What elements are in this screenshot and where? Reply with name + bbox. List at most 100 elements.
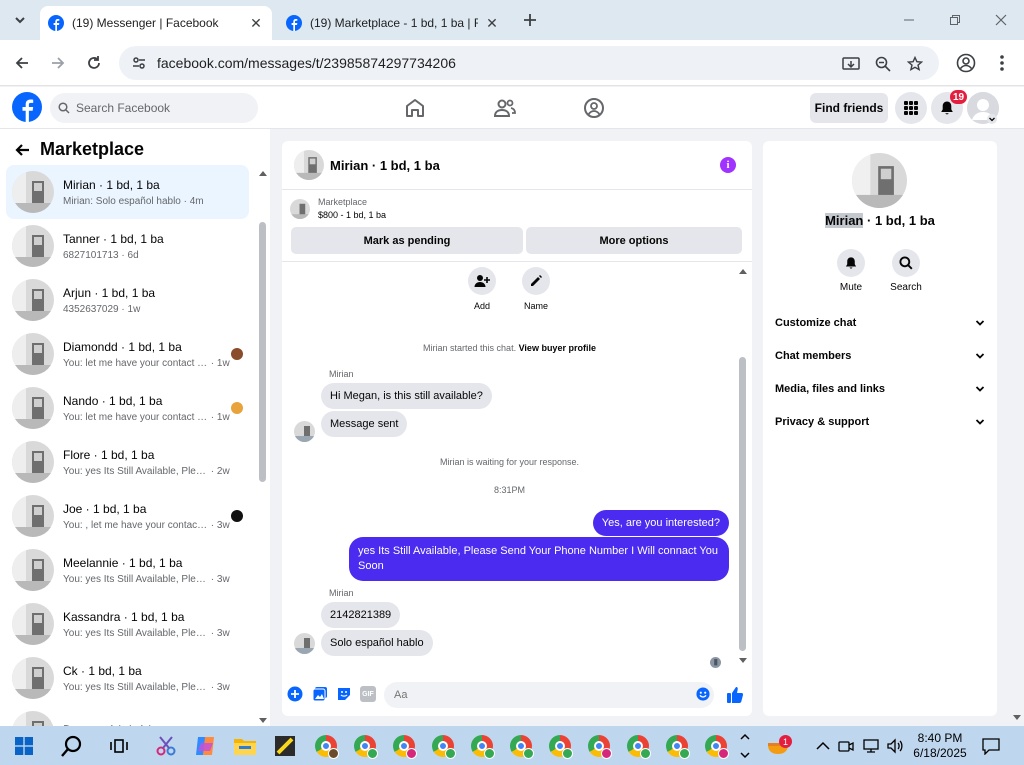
restore-icon — [950, 15, 960, 25]
sticky-app[interactable] — [271, 732, 299, 760]
find-friends-button[interactable]: Find friends — [810, 93, 888, 123]
close-window-button[interactable] — [978, 0, 1024, 40]
volume-icon[interactable] — [886, 738, 904, 754]
minimize-button[interactable] — [886, 0, 932, 40]
chevron-up-icon[interactable] — [816, 741, 830, 751]
zoom-icon[interactable] — [873, 54, 893, 74]
tab-marketplace[interactable]: (19) Marketplace - 1 bd, 1 ba | Fac ✕ — [278, 6, 508, 40]
chrome-app[interactable] — [546, 732, 574, 760]
facebook-search-input[interactable]: Search Facebook — [50, 93, 258, 123]
incoming-message[interactable]: Message sent — [321, 411, 408, 437]
conversation-item[interactable]: Flore · 1 bd, 1 ba You: yes Its Still Ava… — [6, 435, 249, 489]
facebook-logo-icon[interactable] — [12, 92, 42, 122]
forward-button[interactable] — [44, 49, 72, 77]
chrome-app[interactable] — [585, 732, 613, 760]
conversation-item[interactable]: Devon · 1 bd, 1 ba — [6, 705, 249, 726]
chrome-app[interactable] — [468, 732, 496, 760]
tab-messenger[interactable]: (19) Messenger | Facebook ✕ — [40, 6, 272, 40]
scrollbar-thumb[interactable] — [259, 222, 266, 482]
chat-scrollbar[interactable] — [737, 267, 747, 667]
listing-preview[interactable]: Marketplace $800 - 1 bd, 1 ba — [290, 197, 386, 220]
install-app-icon[interactable] — [841, 54, 861, 74]
close-tab-icon[interactable]: ✕ — [484, 15, 500, 31]
chat-avatar[interactable] — [294, 150, 324, 180]
chrome-app[interactable] — [390, 732, 418, 760]
outgoing-message[interactable]: yes Its Still Available, Please Send You… — [349, 537, 729, 581]
start-button[interactable] — [10, 732, 38, 760]
file-explorer-app[interactable] — [231, 732, 259, 760]
emoji-icon[interactable] — [696, 687, 710, 701]
sender-avatar[interactable] — [294, 421, 315, 442]
incoming-message[interactable]: Solo español hablo — [321, 630, 433, 656]
search-action[interactable]: Search — [886, 249, 926, 293]
reload-button[interactable] — [80, 49, 108, 77]
conversation-item[interactable]: Ck · 1 bd, 1 ba You: yes Its Still Availa… — [6, 651, 249, 705]
incoming-message[interactable]: Hi Megan, is this still available? — [321, 383, 492, 409]
back-arrow-icon[interactable] — [14, 142, 30, 158]
chrome-app[interactable] — [312, 732, 340, 760]
chrome-app[interactable] — [351, 732, 379, 760]
home-icon[interactable] — [403, 96, 427, 120]
profile-avatar[interactable] — [852, 153, 907, 208]
restore-button[interactable] — [932, 0, 978, 40]
chrome-app[interactable] — [507, 732, 535, 760]
conversation-item[interactable]: Joe · 1 bd, 1 ba You: , let me have your … — [6, 489, 249, 543]
page-scrollbar[interactable] — [1010, 128, 1024, 726]
conversation-list-scrollbar[interactable] — [258, 169, 267, 725]
conversation-info-button[interactable]: i — [720, 157, 736, 173]
new-tab-button[interactable] — [518, 8, 542, 32]
plus-circle-icon[interactable] — [287, 686, 303, 702]
mute-action[interactable]: Mute — [831, 249, 871, 293]
task-view-button[interactable] — [105, 732, 133, 760]
gif-button[interactable]: GIF — [360, 686, 376, 702]
friends-icon[interactable] — [493, 96, 517, 120]
photo-icon[interactable] — [312, 686, 328, 702]
chrome-app[interactable] — [624, 732, 652, 760]
conversation-item[interactable]: Diamondd · 1 bd, 1 ba You: let me have yo… — [6, 327, 249, 381]
customize-chat-section[interactable]: Customize chat — [775, 313, 985, 333]
notification-center-icon[interactable] — [982, 737, 1000, 755]
bookmark-star-icon[interactable] — [905, 54, 925, 74]
conversation-item[interactable]: Arjun · 1 bd, 1 ba 4352637029 · 1w — [6, 273, 249, 327]
privacy-support-section[interactable]: Privacy & support — [775, 412, 985, 432]
menu-button[interactable] — [895, 92, 927, 124]
back-button[interactable] — [8, 49, 36, 77]
sticker-icon[interactable] — [336, 686, 352, 702]
chrome-app[interactable] — [429, 732, 457, 760]
outgoing-message[interactable]: Yes, are you interested? — [592, 510, 729, 536]
chat-members-section[interactable]: Chat members — [775, 346, 985, 366]
scrollbar-thumb[interactable] — [739, 357, 746, 651]
conversation-item[interactable]: Meelannie · 1 bd, 1 ba You: yes Its Still… — [6, 543, 249, 597]
chat-title[interactable]: Mirian · 1 bd, 1 ba — [330, 158, 440, 173]
tab-search-button[interactable] — [8, 8, 32, 32]
chrome-app[interactable] — [702, 732, 730, 760]
sender-avatar[interactable] — [294, 633, 315, 654]
mark-as-pending-button[interactable]: Mark as pending — [291, 227, 523, 254]
media-files-links-section[interactable]: Media, files and links — [775, 379, 985, 399]
conversation-item[interactable]: Mirian · 1 bd, 1 ba Mirian: Solo español … — [6, 165, 249, 219]
address-bar[interactable]: facebook.com/messages/t/2398587429773420… — [119, 46, 939, 80]
conversation-item[interactable]: Tanner · 1 bd, 1 ba 6827101713 · 6d — [6, 219, 249, 273]
message-input[interactable] — [384, 682, 714, 708]
snipping-tool-app[interactable] — [152, 732, 180, 760]
site-info-icon[interactable] — [131, 55, 147, 71]
meet-now-icon[interactable] — [838, 738, 854, 754]
edit-name-action[interactable]: Name — [516, 267, 556, 311]
conversation-item[interactable]: Kassandra · 1 bd, 1 ba You: yes Its Still… — [6, 597, 249, 651]
close-tab-icon[interactable]: ✕ — [248, 15, 264, 31]
more-options-button[interactable]: More options — [526, 227, 742, 254]
taskbar-overflow-icon[interactable] — [740, 731, 750, 761]
taskbar-search-button[interactable] — [58, 732, 86, 760]
system-clock[interactable]: 8:40 PM 6/18/2025 — [912, 731, 968, 761]
chrome-app[interactable] — [663, 732, 691, 760]
profile-button[interactable] — [952, 49, 980, 77]
network-icon[interactable] — [862, 738, 880, 754]
incoming-message[interactable]: 2142821389 — [321, 602, 401, 628]
browser-menu-button[interactable] — [988, 49, 1016, 77]
add-member-action[interactable]: Add — [462, 267, 502, 311]
conversation-item[interactable]: Nando · 1 bd, 1 ba You: let me have your … — [6, 381, 249, 435]
view-buyer-profile-link[interactable]: View buyer profile — [519, 343, 596, 353]
thumbs-up-icon[interactable] — [726, 686, 744, 704]
groups-icon[interactable] — [582, 96, 606, 120]
copilot-app[interactable] — [192, 732, 220, 760]
